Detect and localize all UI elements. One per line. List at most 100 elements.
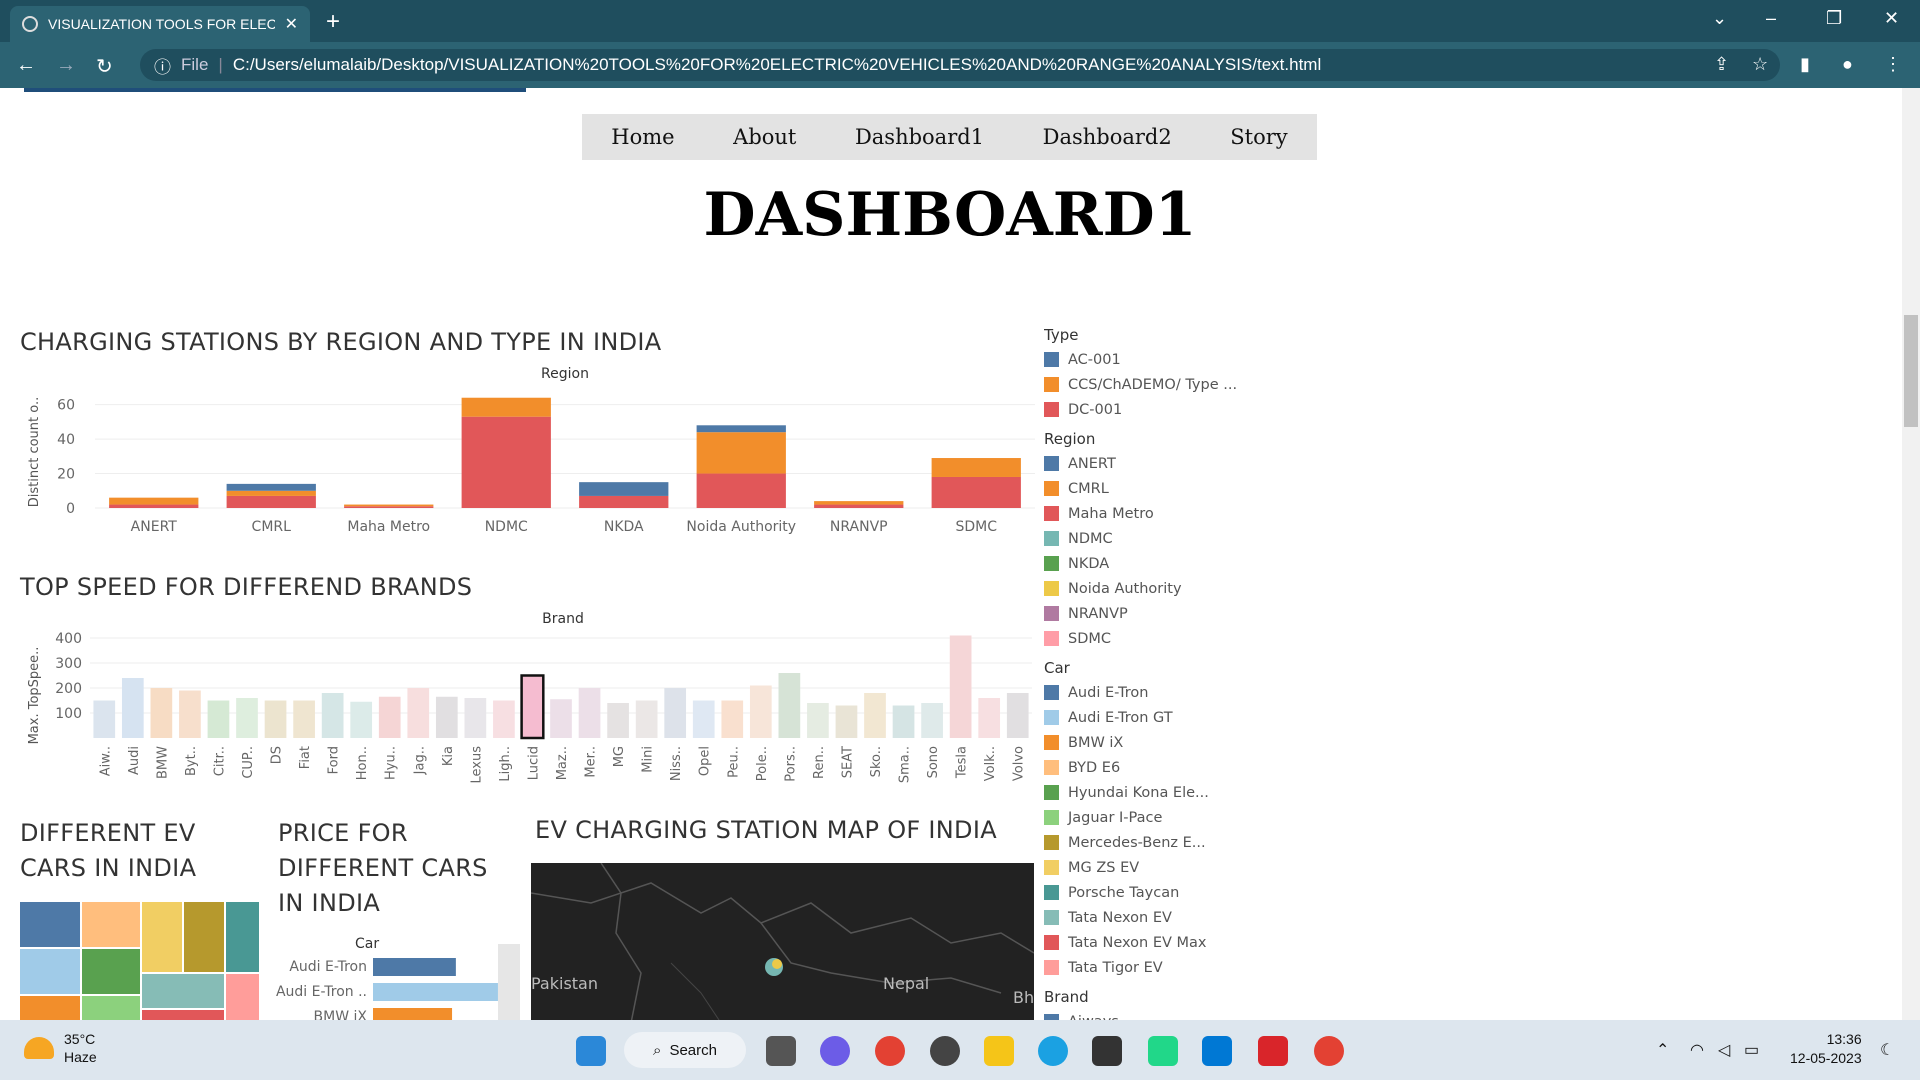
edge-icon[interactable] [1038, 1036, 1068, 1066]
chart1-bar [461, 416, 551, 508]
start-icon[interactable] [576, 1036, 606, 1066]
legend-item[interactable]: BYD E6 [1044, 755, 1254, 780]
haze-icon [24, 1037, 54, 1059]
treemap-cell[interactable] [142, 902, 182, 972]
weather-widget[interactable]: 35°C Haze [24, 1030, 97, 1066]
nav-dashboard1[interactable]: Dashboard1 [855, 125, 984, 149]
page-scrollbar[interactable] [1902, 88, 1920, 1020]
chart2-bar [892, 705, 915, 738]
app-icon[interactable] [930, 1036, 960, 1066]
chart2-xtick: DS [270, 746, 285, 764]
clock[interactable]: 13:36 12-05-2023 [1790, 1030, 1862, 1068]
restore-icon[interactable]: ❐ [1826, 8, 1842, 29]
sidepanel-icon[interactable]: ▮ [1800, 54, 1810, 75]
chart2-xtick: Opel [698, 746, 713, 776]
treemap-cell[interactable] [226, 974, 259, 1020]
minimize-icon[interactable]: – [1766, 8, 1776, 29]
topspeed-section-title: TOP SPEED FOR DIFFEREND BRANDS [20, 573, 473, 601]
chart3-title: Car [355, 936, 379, 952]
menu-icon[interactable]: ⋮ [1884, 54, 1902, 75]
treemap-cell[interactable] [82, 902, 140, 947]
ev-cars-treemap[interactable] [20, 902, 259, 1020]
legend-item[interactable]: Tata Nexon EV Max [1044, 930, 1254, 955]
reload-icon[interactable]: ↻ [96, 54, 113, 79]
legend-item[interactable]: ANERT [1044, 451, 1254, 476]
charging-map[interactable]: Pakistan Nepal Bhu [531, 863, 1034, 1020]
legend-item[interactable]: NKDA [1044, 551, 1254, 576]
chrome-icon[interactable] [875, 1036, 905, 1066]
treemap-cell[interactable] [142, 1010, 224, 1020]
legend-item[interactable]: Porsche Taycan [1044, 880, 1254, 905]
task-view-icon[interactable] [766, 1036, 796, 1066]
nav-about[interactable]: About [733, 125, 796, 149]
chart2-xtick: Pors.. [783, 746, 798, 782]
treemap-cell[interactable] [142, 974, 224, 1008]
nav-story[interactable]: Story [1230, 125, 1287, 149]
volume-icon[interactable]: ◁ [1718, 1040, 1730, 1060]
bookmark-star-icon[interactable]: ☆ [1752, 54, 1768, 75]
legend-item[interactable]: Maha Metro [1044, 501, 1254, 526]
new-tab-button[interactable]: + [326, 8, 340, 36]
separator: | [218, 55, 223, 74]
legend-item[interactable]: NRANVP [1044, 601, 1254, 626]
chrome-active-icon[interactable] [1314, 1036, 1344, 1066]
legend-item[interactable]: Jaguar I-Pace [1044, 805, 1254, 830]
legend-item[interactable]: CCS/ChADEMO/ Type ... [1044, 372, 1254, 397]
legend-item[interactable]: BMW iX [1044, 730, 1254, 755]
chart1-xtick: NRANVP [830, 519, 888, 535]
treemap-cell[interactable] [226, 902, 259, 972]
legend-label: Jaguar I-Pace [1068, 809, 1163, 826]
legend-item[interactable]: Noida Authority [1044, 576, 1254, 601]
legend-item[interactable]: Audi E-Tron GT [1044, 705, 1254, 730]
legend-label: DC-001 [1068, 401, 1123, 418]
terminal-icon[interactable] [1092, 1036, 1122, 1066]
browser-tab[interactable]: VISUALIZATION TOOLS FOR ELEC ✕ [10, 6, 310, 42]
share-icon[interactable]: ⇪ [1714, 54, 1729, 75]
legend-item[interactable]: Hyundai Kona Ele... [1044, 780, 1254, 805]
url-text[interactable]: C:/Users/elumalaib/Desktop/VISUALIZATION… [233, 55, 1321, 75]
close-window-icon[interactable]: ✕ [1884, 8, 1899, 29]
back-icon[interactable]: ← [16, 54, 36, 77]
chart1-bar [226, 490, 316, 496]
vscode-icon[interactable] [1202, 1036, 1232, 1066]
legend-item[interactable]: NDMC [1044, 526, 1254, 551]
legend-item[interactable]: Tata Nexon EV [1044, 905, 1254, 930]
legend-item[interactable]: MG ZS EV [1044, 855, 1254, 880]
legend-item[interactable]: SDMC [1044, 626, 1254, 651]
legend-item[interactable]: AC-001 [1044, 347, 1254, 372]
close-tab-icon[interactable]: ✕ [285, 14, 298, 34]
nav-dashboard2[interactable]: Dashboard2 [1043, 125, 1172, 149]
info-icon[interactable]: ⓘ [154, 53, 171, 78]
nav-home[interactable]: Home [611, 125, 674, 149]
chat-icon[interactable] [820, 1036, 850, 1066]
legend-swatch [1044, 910, 1059, 925]
pycharm-icon[interactable] [1148, 1036, 1178, 1066]
notification-icon[interactable]: ☾ [1880, 1040, 1894, 1060]
tray-chevron-icon[interactable]: ⌃ [1656, 1040, 1669, 1060]
charging-stations-chart[interactable]: Region Distinct count o.. 0 20 40 60 ANERT CMRL… [20, 366, 1035, 536]
treemap-cell[interactable] [20, 949, 80, 994]
tab-search-icon[interactable]: ⌄ [1712, 8, 1727, 29]
battery-icon[interactable]: ▭ [1744, 1040, 1759, 1060]
wps-icon[interactable] [1258, 1036, 1288, 1066]
price-chart[interactable]: Car Audi E-Tron Audi E-Tron .. BMW iX [270, 936, 525, 1020]
wifi-icon[interactable]: ◠ [1690, 1040, 1704, 1060]
profile-icon[interactable]: ● [1842, 54, 1853, 75]
treemap-cell[interactable] [184, 902, 224, 972]
address-bar[interactable]: ⓘ File | C:/Users/elumalaib/Desktop/VISU… [140, 49, 1780, 81]
forward-icon[interactable]: → [56, 54, 76, 77]
legend-item[interactable]: CMRL [1044, 476, 1254, 501]
scrollbar-thumb[interactable] [1904, 315, 1918, 427]
treemap-cell[interactable] [82, 996, 140, 1020]
taskbar-search[interactable]: ⌕ Search [624, 1032, 746, 1068]
file-explorer-icon[interactable] [984, 1036, 1014, 1066]
chart2-bar [749, 685, 772, 738]
legend-item[interactable]: DC-001 [1044, 397, 1254, 422]
treemap-cell[interactable] [82, 949, 140, 994]
legend-item[interactable]: Mercedes-Benz E... [1044, 830, 1254, 855]
legend-item[interactable]: Aiways [1044, 1009, 1254, 1020]
legend-item[interactable]: Tata Tigor EV [1044, 955, 1254, 980]
legend-item[interactable]: Audi E-Tron [1044, 680, 1254, 705]
treemap-cell[interactable] [20, 902, 80, 947]
treemap-cell[interactable] [20, 996, 80, 1020]
